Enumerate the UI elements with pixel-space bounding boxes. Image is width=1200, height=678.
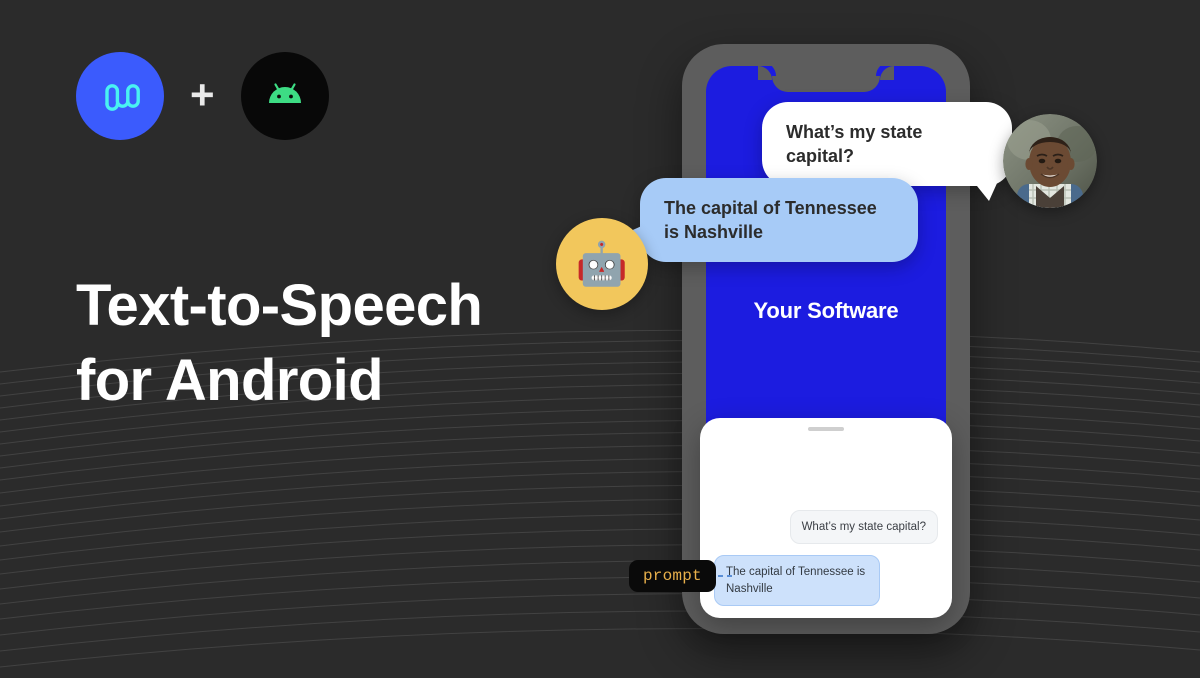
app-title: Your Software bbox=[753, 298, 899, 323]
page-title-line-1: Text-to-Speech bbox=[76, 273, 483, 338]
brand-lockup: + bbox=[76, 52, 329, 140]
prompt-annotation: prompt bbox=[629, 560, 736, 592]
product-wave-logo-icon bbox=[105, 84, 140, 111]
chat-message-bot: The capital of Tennessee is Nashville bbox=[714, 555, 880, 606]
chat-bottom-sheet[interactable]: What’s my state capital? The capital of … bbox=[700, 418, 952, 618]
poster-canvas: + Text-to-Speech for Android Your Softwa… bbox=[0, 0, 1200, 678]
chat-message-list: What’s my state capital? The capital of … bbox=[714, 510, 938, 606]
speech-bubble-user: What’s my state capital? bbox=[762, 102, 1012, 202]
dashed-connector-icon bbox=[717, 575, 736, 577]
chat-message-user: What’s my state capital? bbox=[789, 510, 938, 545]
bot-avatar: 🤖 bbox=[556, 218, 648, 310]
avatar-photo-icon bbox=[1003, 114, 1097, 208]
drag-handle-icon[interactable] bbox=[808, 427, 844, 431]
android-robot-icon bbox=[268, 83, 301, 103]
speech-bubble-bot-text: The capital of Tennessee is Nashville bbox=[664, 198, 877, 243]
speech-bubble-bot: The capital of Tennessee is Nashville bbox=[624, 178, 918, 263]
speech-bubble-tail-icon bbox=[973, 181, 998, 202]
user-photo-avatar bbox=[1003, 114, 1097, 208]
phone-notch-icon bbox=[758, 66, 894, 92]
product-logo bbox=[76, 52, 164, 140]
speech-bubble-user-text: What’s my state capital? bbox=[786, 122, 923, 167]
page-title: Text-to-Speech for Android bbox=[76, 268, 596, 419]
page-title-line-2: for Android bbox=[76, 348, 384, 414]
robot-face-icon: 🤖 bbox=[575, 240, 629, 287]
android-logo bbox=[240, 52, 329, 140]
plus-symbol: + bbox=[190, 70, 215, 118]
prompt-label: prompt bbox=[629, 560, 716, 592]
